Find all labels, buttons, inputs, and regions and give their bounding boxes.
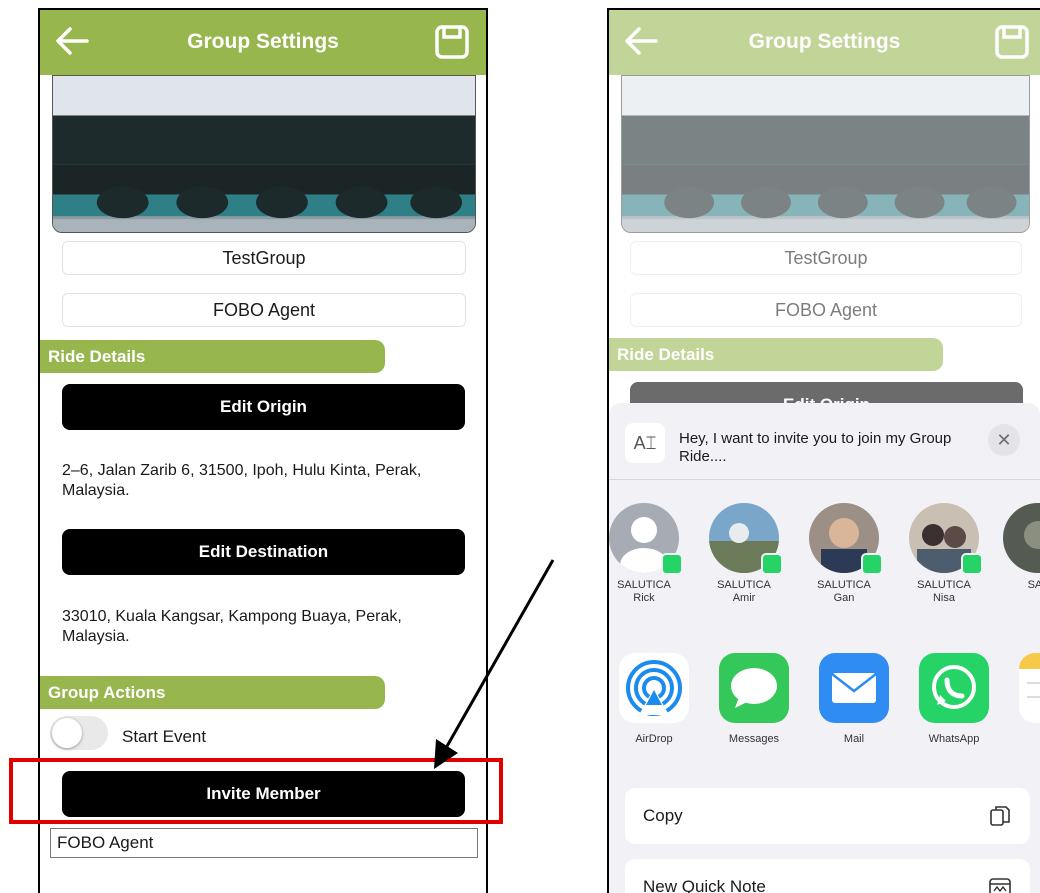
avatar <box>809 503 883 575</box>
notes-icon <box>1019 653 1040 723</box>
notes-app-partial[interactable] <box>1009 653 1040 723</box>
contact-name: SALUTICA <box>817 579 871 591</box>
contact-name: SAL <box>1027 579 1040 591</box>
app-bar: Group Settings <box>40 10 486 75</box>
avatar <box>909 503 983 575</box>
contact-nisa[interactable]: SALUTICA Nisa <box>899 503 989 605</box>
member-field[interactable]: FOBO Agent <box>50 828 478 858</box>
destination-address: 33010, Kuala Kangsar, Kampong Buaya, Per… <box>62 608 402 645</box>
messages-app[interactable]: Messages <box>709 653 799 745</box>
text-preview-icon: A⌶ <box>625 423 665 463</box>
edit-destination-button[interactable]: Edit Destination <box>62 529 465 575</box>
edit-origin-button[interactable]: Edit Origin <box>62 384 465 430</box>
whatsapp-badge-icon <box>661 553 683 575</box>
whatsapp-badge-icon <box>861 553 883 575</box>
contact-partial[interactable]: SAL <box>993 503 1040 592</box>
contact-subname: Gan <box>833 592 855 604</box>
start-event-toggle[interactable] <box>50 716 108 750</box>
pointer-arrow <box>434 559 555 769</box>
page-title: Group Settings <box>187 30 339 53</box>
start-event-label: Start Event <box>122 727 207 746</box>
group-photo[interactable] <box>52 75 476 233</box>
whatsapp-badge-icon <box>961 553 983 575</box>
airdrop-icon <box>619 653 689 723</box>
avatar <box>1003 503 1040 573</box>
save-icon[interactable] <box>434 24 470 60</box>
group-actions-header: Group Actions <box>40 676 385 709</box>
whatsapp-badge-icon <box>761 553 783 575</box>
quick-note-icon <box>989 878 1011 893</box>
contact-amir[interactable]: SALUTICA Amir <box>699 503 789 605</box>
mail-icon <box>819 653 889 723</box>
toggle-knob <box>52 718 82 748</box>
contact-name: SALUTICA <box>917 579 971 591</box>
share-sheet: A⌶ Hey, I want to invite you to join my … <box>609 403 1040 893</box>
contact-subname: Nisa <box>932 592 955 604</box>
agent-name-field[interactable]: FOBO Agent <box>62 293 466 327</box>
contact-subname: Rick <box>633 592 655 604</box>
contact-subname: Amir <box>732 592 756 604</box>
origin-address: 2–6, Jalan Zarib 6, 31500, Ipoh, Hulu Ki… <box>62 462 422 499</box>
contact-rick[interactable]: SALUTICA Rick <box>609 503 689 605</box>
app-label: WhatsApp <box>928 733 980 745</box>
group-name-field[interactable]: TestGroup <box>62 241 466 275</box>
app-label: AirDrop <box>635 733 673 745</box>
share-message: Hey, I want to invite you to join my Gro… <box>679 430 952 465</box>
contact-name: SALUTICA <box>617 579 671 591</box>
right-phone-screen: Group Settings TestGroup FOBO Agent Ride… <box>607 8 1040 893</box>
quick-note-label: New Quick Note <box>643 877 766 893</box>
app-label: Messages <box>728 733 780 745</box>
copy-action[interactable]: Copy <box>625 788 1030 844</box>
copy-label: Copy <box>643 806 683 825</box>
copy-icon <box>990 806 1010 826</box>
avatar <box>709 503 783 575</box>
messages-icon <box>719 653 789 723</box>
share-header: A⌶ Hey, I want to invite you to join my … <box>609 403 1040 480</box>
contact-gan[interactable]: SALUTICA Gan <box>799 503 889 605</box>
app-label: Mail <box>843 733 865 745</box>
contact-name: SALUTICA <box>717 579 771 591</box>
whatsapp-icon <box>919 653 989 723</box>
close-icon[interactable]: ✕ <box>988 424 1020 456</box>
mail-app[interactable]: Mail <box>809 653 899 745</box>
whatsapp-app[interactable]: WhatsApp <box>909 653 999 745</box>
new-quick-note-action[interactable]: New Quick Note <box>625 859 1030 893</box>
avatar <box>609 503 683 575</box>
ride-details-header: Ride Details <box>40 340 385 373</box>
airdrop-app[interactable]: AirDrop <box>609 653 699 745</box>
